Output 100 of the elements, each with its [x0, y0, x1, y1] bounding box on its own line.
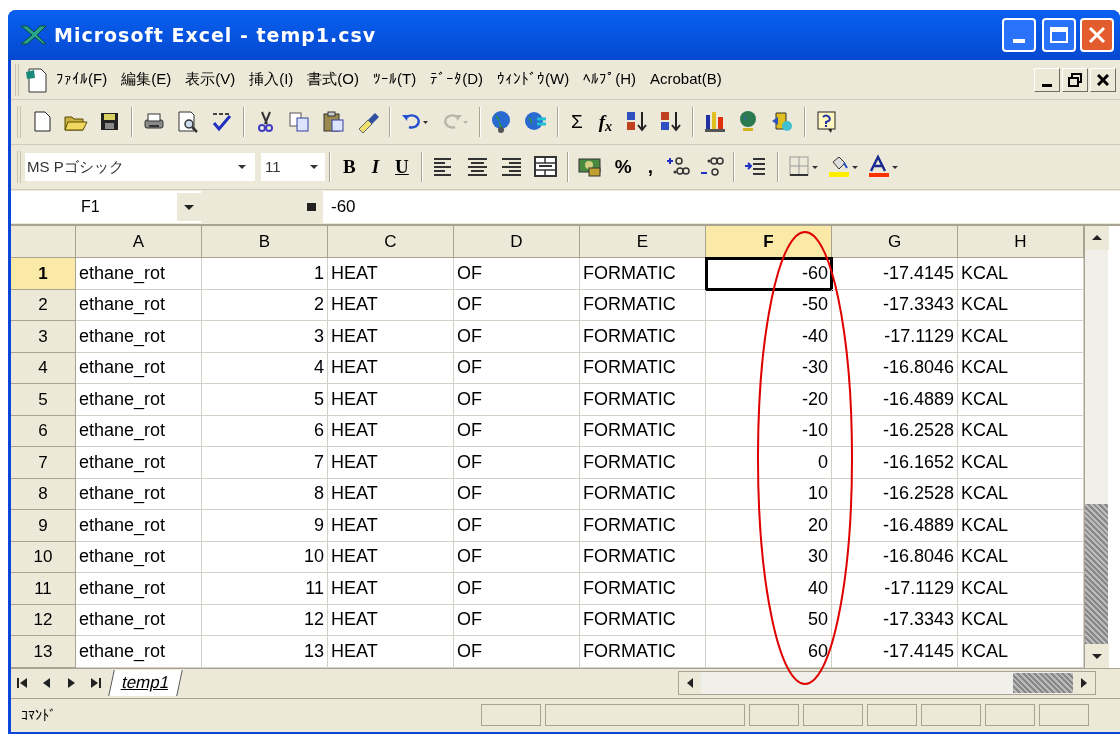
table-cell: 10	[202, 541, 328, 573]
window-title: Microsoft Excel - temp1.csv	[54, 22, 377, 48]
row-header[interactable]: 12	[11, 604, 76, 636]
bold-button[interactable]: B	[343, 152, 356, 182]
table-cell: -60	[706, 258, 832, 290]
table-cell: -40	[706, 321, 832, 353]
table-cell: -17.1129	[832, 573, 958, 605]
column-header[interactable]: B	[202, 226, 328, 258]
menu-item[interactable]: ﾌｧｲﾙ(F)	[49, 68, 115, 91]
table-cell: HEAT	[328, 573, 454, 605]
table-cell: 11	[202, 573, 328, 605]
percent-button[interactable]: %	[614, 152, 632, 182]
table-cell: 3	[202, 321, 328, 353]
menu-item[interactable]: ﾃﾞｰﾀ(D)	[423, 68, 490, 91]
table-cell: -16.1652	[832, 447, 958, 479]
table-cell: -30	[706, 352, 832, 384]
table-cell: ethane_rot	[76, 415, 202, 447]
table-cell: ethane_rot	[76, 352, 202, 384]
row-header[interactable]: 9	[11, 510, 76, 542]
table-cell: ethane_rot	[76, 636, 202, 668]
column-header[interactable]: A	[76, 226, 202, 258]
sum-button[interactable]: Σ	[571, 107, 583, 137]
table-cell: ethane_rot	[76, 478, 202, 510]
table-cell: ethane_rot	[76, 573, 202, 605]
menu-item[interactable]: 表示(V)	[178, 68, 243, 91]
row-header[interactable]: 13	[11, 636, 76, 668]
row-header[interactable]: 11	[11, 573, 76, 605]
table-cell: HEAT	[328, 636, 454, 668]
name-box[interactable]: F1	[11, 191, 201, 223]
table-cell: HEAT	[328, 604, 454, 636]
table-cell: ethane_rot	[76, 604, 202, 636]
table-cell: FORMATIC	[580, 321, 706, 353]
table-cell: HEAT	[328, 415, 454, 447]
underline-button[interactable]: U	[395, 152, 409, 182]
table-cell: FORMATIC	[580, 604, 706, 636]
menu-item[interactable]: ｳｨﾝﾄﾞｳ(W)	[490, 68, 577, 91]
table-cell: HEAT	[328, 321, 454, 353]
row-header[interactable]: 6	[11, 415, 76, 447]
table-cell: 50	[706, 604, 832, 636]
menu-item[interactable]: ﾂｰﾙ(T)	[366, 68, 424, 91]
table-cell: FORMATIC	[580, 478, 706, 510]
column-header[interactable]: H	[958, 226, 1084, 258]
table-cell: -16.4889	[832, 384, 958, 416]
table-cell: 5	[202, 384, 328, 416]
row-header[interactable]: 1	[11, 258, 76, 290]
row-header[interactable]: 5	[11, 384, 76, 416]
table-cell: -16.2528	[832, 478, 958, 510]
column-header[interactable]: F	[706, 226, 832, 258]
table-cell: 6	[202, 415, 328, 447]
row-header[interactable]: 4	[11, 352, 76, 384]
table-cell: 9	[202, 510, 328, 542]
menu-item[interactable]: Acrobat(B)	[642, 68, 729, 91]
table-cell: FORMATIC	[580, 510, 706, 542]
table-cell: OF	[454, 258, 580, 290]
italic-button[interactable]: I	[371, 152, 380, 182]
menu-item[interactable]: ﾍﾙﾌﾟ(H)	[576, 68, 643, 91]
table-cell: OF	[454, 352, 580, 384]
sheet-tab[interactable]: temp1	[108, 670, 183, 696]
font-size-field[interactable]: 11	[261, 153, 325, 181]
column-header[interactable]: D	[454, 226, 580, 258]
table-cell: HEAT	[328, 478, 454, 510]
table-cell: -16.8046	[832, 541, 958, 573]
menu-item[interactable]: 書式(O)	[300, 68, 366, 91]
table-cell: ethane_rot	[76, 384, 202, 416]
table-cell: OF	[454, 478, 580, 510]
row-header[interactable]: 8	[11, 478, 76, 510]
table-cell: ethane_rot	[76, 321, 202, 353]
row-header[interactable]: 7	[11, 447, 76, 479]
font-field[interactable]: MS Pゴシック	[25, 153, 255, 181]
comma-button[interactable]: ,	[647, 152, 653, 182]
table-cell: -17.4145	[832, 636, 958, 668]
menu-item[interactable]: 挿入(I)	[242, 68, 301, 91]
table-cell: -17.3343	[832, 604, 958, 636]
row-header[interactable]: 3	[11, 321, 76, 353]
column-header[interactable]: G	[832, 226, 958, 258]
table-cell: ethane_rot	[76, 541, 202, 573]
table-cell: OF	[454, 541, 580, 573]
table-cell: 20	[706, 510, 832, 542]
column-header[interactable]: C	[328, 226, 454, 258]
table-cell: 0	[706, 447, 832, 479]
function-button[interactable]: f$_{x}$	[598, 107, 613, 137]
row-header[interactable]: 2	[11, 289, 76, 321]
row-header[interactable]: 10	[11, 541, 76, 573]
status-text: ｺﾏﾝﾄﾞ	[20, 705, 57, 725]
table-cell: FORMATIC	[580, 352, 706, 384]
table-cell: FORMATIC	[580, 384, 706, 416]
table-cell: -16.4889	[832, 510, 958, 542]
menu-item[interactable]: 編集(E)	[114, 68, 179, 91]
table-cell: OF	[454, 573, 580, 605]
table-cell: OF	[454, 447, 580, 479]
table-cell: ethane_rot	[76, 258, 202, 290]
table-cell: -16.2528	[832, 415, 958, 447]
table-cell: 13	[202, 636, 328, 668]
table-cell: HEAT	[328, 510, 454, 542]
column-header[interactable]: E	[580, 226, 706, 258]
table-cell: -10	[706, 415, 832, 447]
table-cell: ethane_rot	[76, 510, 202, 542]
table-cell: OF	[454, 289, 580, 321]
table-cell: OF	[454, 415, 580, 447]
formula-field[interactable]: -60	[323, 191, 1120, 223]
